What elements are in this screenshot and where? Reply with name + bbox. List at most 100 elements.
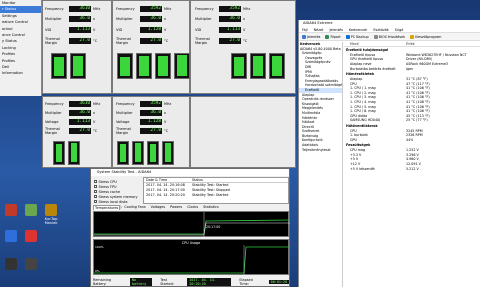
core-load-bars <box>51 53 86 79</box>
tab-statistics[interactable]: Statistics <box>202 205 220 210</box>
voltage-row: Voltage 1.113 V <box>45 118 95 125</box>
multiplier-label: Multiplier <box>45 110 62 115</box>
core-load-bar <box>136 53 152 79</box>
frequency-label: Frequency <box>195 6 214 11</box>
sensor-row[interactable]: +5 V készenlét 5.212 V <box>344 167 480 172</box>
menu-favorites[interactable]: Kedvencek <box>349 27 367 32</box>
app-icon <box>5 204 17 216</box>
vid-value: 1.128 <box>140 26 162 33</box>
cpu-usage-title: CPU Usage <box>181 241 201 245</box>
thermal-unit: °C <box>243 38 248 43</box>
driver-button[interactable]: Illesztőprogram <box>410 34 442 39</box>
core-load-bar <box>117 53 133 79</box>
multiplier-value: 36.0 <box>69 109 91 116</box>
frequency-label: Frequency <box>116 101 135 106</box>
tab-powers[interactable]: Powers <box>169 205 183 210</box>
thermal-value: 27.0 <box>69 127 91 134</box>
desktop-icon[interactable] <box>2 258 20 271</box>
multiplier-label: Multiplier <box>116 110 133 115</box>
app-icon <box>5 258 17 270</box>
desktop-icon[interactable] <box>22 258 40 271</box>
column-header-value: Érték <box>406 42 415 46</box>
cpu-usage-graph: CPU Usage 100% 0% <box>93 239 290 276</box>
multiplier-value: 36.0 <box>69 15 91 22</box>
menu-help[interactable]: Súgó <box>395 27 404 32</box>
multiplier-label: Multiplier <box>45 16 62 21</box>
app-icon <box>25 230 37 242</box>
cpu-monitor-panel: Frequency 3610 MHz Multiplier 36.0 x VID 1.11… <box>42 0 112 94</box>
desktop-icon[interactable] <box>22 204 40 217</box>
multiplier-value: 36.0 <box>219 15 241 22</box>
report-button[interactable]: Jelentés <box>302 34 321 39</box>
multiplier-unit: x <box>243 16 246 21</box>
thermal-row: Thermal Margin 27.0 °C <box>116 127 168 135</box>
control-panel-sidebar: Monitor r Status Settings eature Control… <box>0 0 42 96</box>
graph-tabs: Temperatures Cooling Fans Voltages Power… <box>93 205 220 210</box>
test-started-label: Test Started: <box>160 278 174 286</box>
aida64-main-window: AIDA64 Extreme Fájl Nézet Jelentés Kedve… <box>298 20 480 287</box>
desktop-icon[interactable] <box>2 204 20 217</box>
menu-tools[interactable]: Eszközök <box>373 27 388 32</box>
tab-voltages[interactable]: Voltages <box>150 205 166 210</box>
sensor-field: Burkolatba betörés érzékelt <box>350 66 396 71</box>
sidebar-item[interactable]: Information <box>0 70 41 76</box>
core-load-bar <box>117 141 129 165</box>
document-icon <box>325 34 330 39</box>
pc-backup-label: PC Backup <box>350 34 369 39</box>
tree-item[interactable]: Teljesítményteszt <box>299 148 342 153</box>
riport-button[interactable]: Riport <box>325 34 341 39</box>
frequency-unit: MHz <box>93 6 101 11</box>
sensor-value: 5.212 V <box>406 166 419 171</box>
temperature-graph-lines <box>94 212 291 238</box>
core-load-bar <box>147 141 159 165</box>
desktop-icon[interactable] <box>22 230 40 243</box>
voltage-unit: V <box>93 119 96 124</box>
menu-view[interactable]: Nézet <box>314 27 324 32</box>
bios-update-button[interactable]: BIOS frissítések <box>373 34 405 39</box>
multiplier-label: Multiplier <box>195 16 212 21</box>
multiplier-unit: x <box>93 110 96 115</box>
pc-backup-button[interactable]: PC Backup <box>345 34 369 39</box>
multiplier-row: Multiplier 36.0 x <box>116 109 166 116</box>
tab-cooling-fans[interactable]: Cooling Fans <box>123 205 146 210</box>
remaining-battery-value: No battery <box>130 278 153 286</box>
core-load-bar <box>70 53 86 79</box>
stress-checkbox[interactable]: Stress system memory <box>94 194 138 199</box>
graph-time-label: 20:17:00 <box>206 225 221 229</box>
sensor-row[interactable]: GPU 44% <box>344 138 480 143</box>
thermal-label: Thermal Margin <box>116 36 131 45</box>
frequency-row: Frequency 3592 MHz <box>116 100 171 107</box>
desktop-icon[interactable] <box>2 230 20 243</box>
status-bar: Remaining Battery: No battery Test Start… <box>93 278 290 286</box>
core-load-bar <box>132 141 144 165</box>
sensor-value: Igen <box>406 66 414 71</box>
cpu-monitor-panel: Frequency 3592 MHz Multiplier 36.0 x VID 1.12… <box>112 0 190 94</box>
multiplier-row: Multiplier 36.0 x <box>195 15 245 22</box>
test-started-value: 2017. 04. 14. 20:20:20 <box>187 278 232 286</box>
desktop-icon[interactable]: Kur-Top Maniak <box>42 204 60 225</box>
thermal-value: 27.0 <box>140 37 162 44</box>
sensor-row[interactable]: SAMSUNG HD040J 25 °C (77 °F) <box>344 118 480 123</box>
menu-report[interactable]: Jelentés <box>329 27 342 32</box>
multiplier-value: 36.0 <box>140 15 162 22</box>
tab-clocks[interactable]: Clocks <box>186 205 199 210</box>
vid-row: VID 1.128 V <box>116 26 166 33</box>
frequency-value: 3592 <box>219 5 241 12</box>
graph-max-label: 100% <box>95 245 104 249</box>
multiplier-row: Multiplier 36.0 x <box>116 15 166 22</box>
elapsed-time-value: 00:01:20 <box>268 280 290 284</box>
column-header-field: Mező <box>350 42 359 46</box>
sensor-row[interactable]: Burkolatba betörés érzékelt Igen <box>344 67 480 72</box>
toolbar: Jelentés Riport PC Backup BIOS frissítés… <box>299 33 480 41</box>
core-load-bar <box>250 53 266 79</box>
vid-value: 1.113 <box>219 26 241 33</box>
remaining-battery-label: Remaining Battery: <box>93 278 112 286</box>
chip-icon <box>373 34 378 39</box>
system-stability-window: System Stability Test - AIDA64 Stress CP… <box>90 168 291 287</box>
tab-temperatures[interactable]: Temperatures <box>93 205 121 210</box>
core-load-bar <box>68 141 80 165</box>
report-button-label: Jelentés <box>307 34 321 39</box>
core-load-bars <box>53 141 80 165</box>
sensor-field: +5 V készenlét <box>350 166 375 171</box>
menu-file[interactable]: Fájl <box>302 27 308 32</box>
